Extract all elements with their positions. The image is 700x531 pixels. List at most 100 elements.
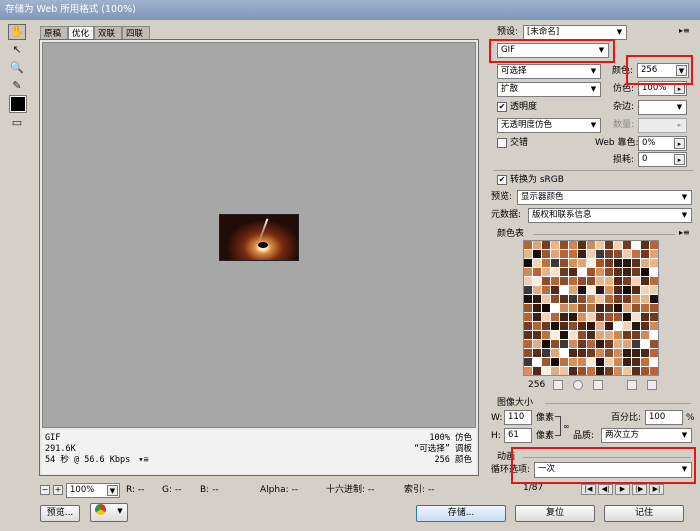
color-swatch[interactable]: [524, 313, 532, 321]
color-swatch[interactable]: [614, 358, 622, 366]
amount-input[interactable]: ▸: [638, 118, 687, 133]
color-swatch[interactable]: [596, 340, 604, 348]
zoom-level-select[interactable]: 100% ▼: [66, 483, 120, 498]
color-swatch[interactable]: [578, 295, 586, 303]
color-swatch[interactable]: [623, 322, 631, 330]
color-swatch[interactable]: [560, 340, 568, 348]
color-swatch[interactable]: [623, 367, 631, 375]
color-swatch[interactable]: [587, 340, 595, 348]
color-swatch[interactable]: [587, 241, 595, 249]
color-swatch[interactable]: [605, 331, 613, 339]
color-swatch[interactable]: [632, 286, 640, 294]
color-swatch[interactable]: [641, 250, 649, 258]
color-swatch[interactable]: [632, 367, 640, 375]
percent-input[interactable]: 100: [645, 410, 683, 425]
color-swatch[interactable]: [587, 268, 595, 276]
color-swatch[interactable]: [560, 349, 568, 357]
color-swatch[interactable]: [524, 331, 532, 339]
color-swatch[interactable]: [632, 358, 640, 366]
color-swatch[interactable]: [641, 295, 649, 303]
color-swatch[interactable]: [641, 268, 649, 276]
color-swatch[interactable]: [596, 241, 604, 249]
color-swatch[interactable]: [542, 340, 550, 348]
color-swatch[interactable]: [596, 250, 604, 258]
trash-icon[interactable]: [647, 380, 657, 390]
color-swatch[interactable]: [524, 277, 532, 285]
color-swatch[interactable]: [650, 250, 658, 258]
color-swatch[interactable]: [641, 241, 649, 249]
tab-optimized[interactable]: 优化: [68, 26, 94, 40]
color-swatch[interactable]: [578, 268, 586, 276]
web-shift-icon[interactable]: [573, 380, 583, 390]
color-swatch[interactable]: [533, 286, 541, 294]
colors-input[interactable]: 256 ▼: [637, 63, 689, 78]
color-swatch[interactable]: [533, 358, 541, 366]
dither-algorithm-select[interactable]: 扩散 ▼: [497, 82, 601, 97]
color-swatch[interactable]: [632, 295, 640, 303]
color-swatch[interactable]: [641, 367, 649, 375]
color-swatch[interactable]: [587, 358, 595, 366]
color-swatch[interactable]: [551, 286, 559, 294]
color-swatch[interactable]: [533, 259, 541, 267]
color-swatch[interactable]: [632, 241, 640, 249]
convert-srgb-checkbox[interactable]: ✔: [497, 175, 507, 185]
color-swatch[interactable]: [560, 295, 568, 303]
color-swatch[interactable]: [596, 367, 604, 375]
color-swatch[interactable]: [623, 349, 631, 357]
quality-select[interactable]: 两次立方 ▼: [601, 428, 692, 443]
color-swatch[interactable]: [650, 286, 658, 294]
color-swatch[interactable]: [578, 331, 586, 339]
color-swatch[interactable]: [632, 313, 640, 321]
color-swatch[interactable]: [623, 259, 631, 267]
color-swatch[interactable]: [632, 277, 640, 285]
color-swatch[interactable]: [614, 268, 622, 276]
play-icon[interactable]: ▶: [615, 484, 630, 495]
color-swatch[interactable]: [578, 250, 586, 258]
color-swatch[interactable]: [605, 340, 613, 348]
color-swatch[interactable]: [569, 286, 577, 294]
color-swatch[interactable]: [569, 331, 577, 339]
color-swatch[interactable]: [623, 331, 631, 339]
color-swatch[interactable]: [542, 304, 550, 312]
color-swatch[interactable]: [641, 322, 649, 330]
color-swatch[interactable]: [605, 259, 613, 267]
color-swatch[interactable]: [623, 313, 631, 321]
color-swatch[interactable]: [623, 250, 631, 258]
color-swatch[interactable]: [533, 322, 541, 330]
color-swatch[interactable]: [605, 322, 613, 330]
color-swatch[interactable]: [542, 277, 550, 285]
color-swatch[interactable]: [551, 241, 559, 249]
color-swatch[interactable]: [569, 259, 577, 267]
color-swatch[interactable]: [560, 277, 568, 285]
color-swatch[interactable]: [551, 295, 559, 303]
color-swatch[interactable]: [605, 367, 613, 375]
color-swatch[interactable]: [587, 331, 595, 339]
lossy-input[interactable]: 0 ▸: [638, 152, 687, 167]
color-swatch[interactable]: [524, 304, 532, 312]
color-swatch[interactable]: [560, 268, 568, 276]
color-swatch[interactable]: [632, 331, 640, 339]
color-swatch[interactable]: [632, 268, 640, 276]
color-swatch[interactable]: [551, 322, 559, 330]
color-swatch[interactable]: [569, 268, 577, 276]
color-swatch[interactable]: [596, 358, 604, 366]
color-swatch[interactable]: [542, 349, 550, 357]
color-swatch[interactable]: [578, 277, 586, 285]
color-swatch[interactable]: [578, 367, 586, 375]
color-swatch[interactable]: [596, 286, 604, 294]
color-swatch[interactable]: [596, 313, 604, 321]
color-swatch[interactable]: [533, 304, 541, 312]
color-swatch[interactable]: [569, 349, 577, 357]
color-swatch[interactable]: [614, 313, 622, 321]
color-swatch[interactable]: [614, 331, 622, 339]
color-swatch[interactable]: [587, 349, 595, 357]
color-swatch[interactable]: [542, 331, 550, 339]
color-swatch[interactable]: [587, 277, 595, 285]
new-color-icon[interactable]: [627, 380, 637, 390]
web-snap-input[interactable]: 0% ▸: [638, 136, 687, 151]
color-swatch[interactable]: [632, 340, 640, 348]
color-swatch[interactable]: [587, 259, 595, 267]
color-swatch[interactable]: [614, 322, 622, 330]
color-swatch[interactable]: [614, 349, 622, 357]
color-swatch[interactable]: [605, 304, 613, 312]
